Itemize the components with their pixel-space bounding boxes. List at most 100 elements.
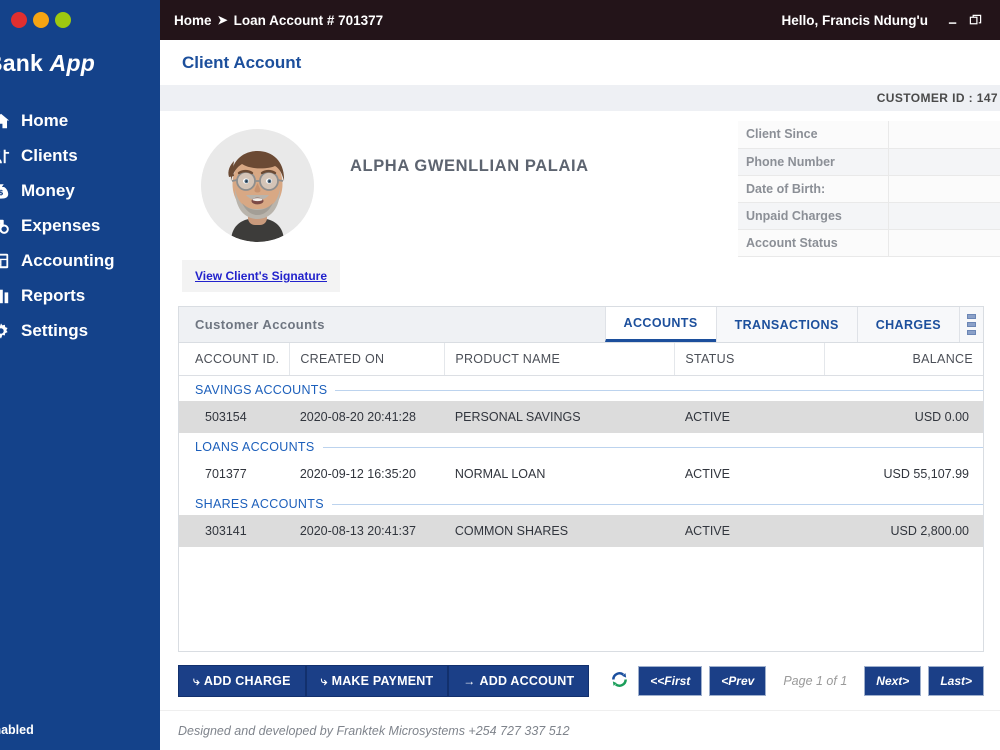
info-value: 610.0 — [888, 202, 1000, 230]
window-controls — [0, 0, 160, 40]
sidebar-item-reports[interactable]: Reports — [0, 278, 160, 313]
cell-status: ACTIVE — [674, 401, 825, 433]
tab-transactions[interactable]: TRANSACTIONS — [715, 307, 857, 342]
tab-label: CHARGES — [875, 317, 941, 332]
cell-account-id: 701377 — [205, 467, 247, 481]
group-inner: SAVINGS ACCOUNTS — [195, 383, 983, 397]
add-account-label: ADD ACCOUNT — [479, 674, 575, 688]
panel-header: Customer Accounts ACCOUNTS TRANSACTIONS … — [179, 307, 983, 343]
panel-title: Customer Accounts — [195, 317, 325, 332]
group-label: LOANS ACCOUNTS — [195, 440, 315, 454]
user-greeting: Hello, Francis Ndung'u — [781, 12, 928, 28]
col-balance[interactable]: BALANCE — [824, 343, 983, 376]
tab-charges[interactable]: CHARGES — [856, 307, 959, 342]
table-row[interactable]: 503154 2020-08-20 20:41:28 PERSONAL SAVI… — [179, 401, 983, 433]
first-page-button[interactable]: <<First — [638, 666, 703, 696]
tab-overflow-button[interactable] — [959, 307, 983, 342]
sidebar-item-money[interactable]: $ Money — [0, 173, 160, 208]
info-value: 856-312-262 — [888, 148, 1000, 176]
refresh-button[interactable] — [607, 669, 631, 693]
table-row[interactable]: 701377 2020-09-12 16:35:20 NORMAL LOAN A… — [179, 458, 983, 490]
home-icon — [0, 111, 12, 131]
cell-status: ACTIVE — [684, 467, 730, 481]
accounting-icon — [0, 251, 12, 271]
breadcrumb-home[interactable]: Home — [174, 13, 212, 28]
avatar-column: View Client's Signature — [182, 125, 340, 292]
accounts-header-row: ACCOUNT ID. CREATED ON PRODUCT NAME STAT… — [179, 343, 983, 376]
cell-balance: USD 0.00 — [824, 401, 983, 433]
reports-icon — [0, 286, 12, 306]
sidebar: Bank App Home Clients — [0, 0, 160, 750]
accounts-table-body: SAVINGS ACCOUNTS 503154 2020-08-20 20:41… — [179, 376, 983, 547]
group-inner: LOANS ACCOUNTS — [195, 440, 983, 454]
tab-label: TRANSACTIONS — [734, 317, 839, 332]
brand-app: App — [49, 50, 95, 76]
group-header-cell: SHARES ACCOUNTS — [179, 490, 983, 515]
info-row: Date of Birth: 01/Jan/199 — [738, 175, 1000, 203]
group-label: SHARES ACCOUNTS — [195, 497, 324, 511]
group-inner: SHARES ACCOUNTS — [195, 497, 983, 511]
cell-account-id: 503154 — [179, 401, 290, 433]
window-maximize-dot[interactable] — [55, 12, 71, 28]
breadcrumb: Home ➤ Loan Account # 701377 — [174, 13, 383, 28]
window-minimize-dot[interactable] — [33, 12, 49, 28]
add-charge-button[interactable]: ⤷ ADD CHARGE — [178, 665, 306, 697]
minimize-icon[interactable] — [942, 9, 964, 31]
sidebar-item-label: Accounting — [21, 251, 115, 270]
last-page-button[interactable]: Last> — [928, 666, 984, 696]
sidebar-item-expenses[interactable]: Expenses — [0, 208, 160, 243]
sidebar-item-clients[interactable]: Clients — [0, 138, 160, 173]
group-rule — [331, 503, 983, 505]
pagination-controls: <<First <Prev Page 1 of 1 Next> Last> — [607, 666, 984, 696]
add-account-button[interactable]: → ADD ACCOUNT — [448, 665, 590, 697]
view-signature-link[interactable]: View Client's Signature — [195, 269, 327, 283]
info-row: Unpaid Charges 610.0 — [738, 202, 1000, 230]
client-profile-section: View Client's Signature ALPHA GWENLLIAN … — [160, 111, 1000, 292]
avatar — [200, 129, 314, 242]
accounts-table-head: ACCOUNT ID. CREATED ON PRODUCT NAME STAT… — [179, 343, 983, 376]
footer-credit: Designed and developed by Franktek Micro… — [178, 723, 570, 738]
sidebar-item-label: Expenses — [21, 216, 101, 235]
col-created-on[interactable]: CREATED ON — [289, 343, 446, 376]
make-payment-button[interactable]: ⤷ MAKE PAYMENT — [305, 665, 449, 697]
cell-status: ACTIVE — [674, 515, 825, 547]
cell-balance: USD 55,107.99 — [883, 467, 969, 481]
next-page-button[interactable]: Next> — [864, 666, 922, 696]
info-label: Date of Birth: — [738, 175, 889, 203]
customer-id-strip: CUSTOMER ID : 147 — [160, 85, 1000, 111]
cell-balance: USD 2,800.00 — [824, 515, 983, 547]
sidebar-nav: Home Clients $ — [0, 99, 160, 710]
window-close-dot[interactable] — [11, 12, 27, 28]
cell-created-on: 2020-08-20 20:41:28 — [289, 401, 445, 433]
table-row[interactable]: 303141 2020-08-13 20:41:37 COMMON SHARES… — [179, 515, 983, 547]
expenses-icon — [0, 216, 12, 236]
col-product-name[interactable]: PRODUCT NAME — [444, 343, 676, 376]
sidebar-item-home[interactable]: Home — [0, 103, 160, 138]
sidebar-item-label: Home — [21, 111, 69, 130]
add-account-arrow-icon: → — [463, 674, 476, 688]
col-status[interactable]: STATUS — [674, 343, 826, 376]
customer-accounts-panel: Customer Accounts ACCOUNTS TRANSACTIONS … — [178, 306, 984, 652]
app-footer: Designed and developed by Franktek Micro… — [160, 710, 1000, 750]
group-header-cell: LOANS ACCOUNTS — [179, 433, 983, 458]
sidebar-item-label: Reports — [21, 286, 86, 305]
info-value: 01/Jan/202 — [888, 121, 1000, 149]
info-label: Account Status — [738, 229, 889, 257]
col-account-id[interactable]: ACCOUNT ID. — [179, 343, 291, 376]
accounts-table-wrap: ACCOUNT ID. CREATED ON PRODUCT NAME STAT… — [179, 343, 983, 651]
info-label: Client Since — [738, 121, 889, 149]
brand-main: Bank — [0, 50, 44, 76]
cell-created-on: 2020-08-13 20:41:37 — [289, 515, 445, 547]
group-header-row: SAVINGS ACCOUNTS — [179, 376, 983, 402]
group-rule — [335, 389, 983, 391]
info-label: Unpaid Charges — [738, 202, 889, 230]
tab-accounts[interactable]: ACCOUNTS — [604, 307, 716, 342]
restore-window-icon[interactable] — [964, 9, 986, 31]
sidebar-item-settings[interactable]: Settings — [0, 313, 160, 348]
action-bar: ⤷ ADD CHARGE ⤷ MAKE PAYMENT → ADD ACCOUN… — [160, 652, 1000, 710]
group-header-row: LOANS ACCOUNTS — [179, 433, 983, 458]
info-row: Account Status ACTIV — [738, 229, 1000, 257]
sidebar-item-accounting[interactable]: Accounting — [0, 243, 160, 278]
prev-page-button[interactable]: <Prev — [709, 666, 767, 696]
main-area: Home ➤ Loan Account # 701377 Hello, Fran… — [160, 0, 1000, 750]
